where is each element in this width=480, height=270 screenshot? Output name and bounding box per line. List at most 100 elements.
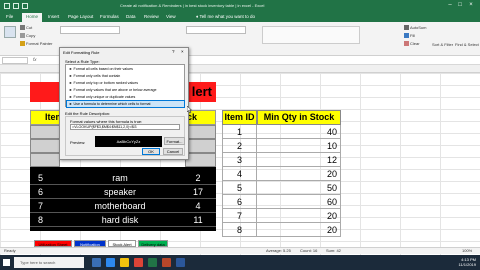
rule-type-item[interactable]: ► Format only cells that contain (67, 73, 184, 79)
table-row[interactable]: 8 20 (222, 223, 341, 237)
cells-group[interactable] (366, 26, 396, 46)
format-button[interactable]: Format... (164, 137, 185, 145)
header-item-id[interactable]: Item ID (222, 110, 257, 125)
rule-type-item[interactable]: ► Format only values that are above or b… (67, 87, 184, 93)
left-table-cell[interactable] (185, 139, 216, 153)
alignment-group[interactable] (128, 26, 178, 46)
cell-item-id[interactable]: 8 (222, 223, 257, 237)
rule-type-item-selected[interactable]: ► Use a formula to determine which cells… (66, 100, 185, 108)
paste-icon[interactable] (4, 26, 16, 38)
cell-item-id[interactable]: 2 (222, 139, 257, 153)
save-icon[interactable] (4, 3, 10, 9)
font-style-buttons[interactable] (60, 37, 120, 45)
left-table-cell[interactable] (30, 125, 60, 139)
cell-min-qty[interactable]: 40 (257, 125, 341, 139)
taskbar-search[interactable]: Type here to search (14, 257, 84, 268)
edge-icon[interactable] (106, 258, 115, 267)
left-table-cell[interactable] (185, 153, 216, 167)
find-select-button[interactable]: Find & Select (455, 42, 479, 48)
cut-button[interactable]: Cut (20, 25, 32, 31)
tab-home[interactable]: Home (22, 13, 43, 22)
help-button[interactable]: ? (172, 49, 175, 54)
tab-formulas[interactable]: Formulas (100, 14, 119, 20)
tab-file[interactable]: File (6, 14, 13, 20)
cell-styles-gallery[interactable] (262, 26, 360, 44)
table-row[interactable]: 5 ram 2 (30, 171, 216, 185)
word-icon[interactable] (176, 258, 185, 267)
header-min-qty[interactable]: Min Qty in Stock (257, 110, 341, 125)
minimize-button[interactable]: – (446, 2, 454, 9)
cell-item-id[interactable]: 4 (222, 167, 257, 181)
autosum-button[interactable]: AutoSum (404, 25, 426, 31)
font-name-select[interactable] (60, 26, 120, 34)
powerpoint-icon[interactable] (162, 258, 171, 267)
table-row[interactable]: 5 50 (222, 181, 341, 195)
table-row[interactable]: 8 hard disk 11 (30, 213, 216, 227)
rule-type-list[interactable]: ► Format all cells based on their values… (65, 64, 185, 108)
tab-page-layout[interactable]: Page Layout (68, 14, 93, 20)
tab-insert[interactable]: Insert (48, 14, 59, 20)
clear-button[interactable]: Clear (404, 41, 420, 47)
left-table-header-item[interactable]: Item (30, 110, 60, 125)
format-painter-button[interactable]: Format Painter (20, 41, 52, 47)
sheet-tab-utilization[interactable]: Utilization Sheet (34, 240, 72, 247)
rule-type-item[interactable]: ► Format only top or bottom ranked value… (67, 80, 184, 86)
tell-me-box[interactable]: ♦ Tell me what you want to do (196, 14, 255, 20)
left-table-cell[interactable] (30, 153, 60, 167)
cell-item-id[interactable]: 6 (222, 195, 257, 209)
ok-button[interactable]: OK (142, 148, 160, 155)
chrome-icon[interactable] (134, 258, 143, 267)
cell-item-id[interactable]: 7 (222, 209, 257, 223)
table-row[interactable]: 6 speaker 17 (30, 185, 216, 199)
cancel-button[interactable]: Cancel (163, 148, 183, 155)
name-box[interactable] (2, 57, 28, 64)
cell-min-qty[interactable]: 50 (257, 181, 341, 195)
maximize-button[interactable]: □ (456, 2, 464, 9)
table-row[interactable]: 4 20 (222, 167, 341, 181)
table-row[interactable]: 3 12 (222, 153, 341, 167)
autosum-label: AutoSum (410, 25, 427, 30)
tab-review[interactable]: Review (144, 14, 159, 20)
redo-icon[interactable] (22, 3, 28, 9)
tab-data[interactable]: Data (126, 14, 136, 20)
sheet-tab-notification[interactable]: Notification (74, 240, 106, 247)
taskbar-clock[interactable]: 4:13 PM 11/1/2019 (452, 257, 477, 267)
cell-min-qty[interactable]: 12 (257, 153, 341, 167)
excel-icon[interactable] (148, 258, 157, 267)
undo-icon[interactable] (13, 3, 19, 9)
tab-view[interactable]: View (166, 14, 176, 20)
left-table-cell[interactable] (185, 125, 216, 139)
task-view-icon[interactable] (92, 258, 101, 267)
table-row[interactable]: 2 10 (222, 139, 341, 153)
cell-min-qty[interactable]: 20 (257, 167, 341, 181)
sheet-tab-stock-alert[interactable]: Stock Alert (108, 240, 136, 247)
table-row[interactable]: 7 20 (222, 209, 341, 223)
table-row[interactable]: 6 60 (222, 195, 341, 209)
table-row[interactable]: 7 motherboard 4 (30, 199, 216, 213)
sheet-tab-delivery[interactable]: Delivery data (138, 240, 168, 247)
dialog-close-button[interactable]: × (181, 49, 184, 54)
number-format-select[interactable] (186, 26, 246, 34)
cell-min-qty[interactable]: 60 (257, 195, 341, 209)
highlighted-rows[interactable]: 5 ram 2 6 speaker 17 7 motherboard 4 8 h… (30, 167, 216, 231)
windows-start-icon[interactable] (3, 259, 10, 266)
copy-button[interactable]: Copy (20, 33, 35, 39)
formula-input[interactable]: =VLOOKUP($F$3,$M$4:$N$11,2,0)<$I3 (70, 124, 180, 130)
sort-filter-button[interactable]: Sort & Filter (432, 42, 453, 48)
fill-button[interactable]: Fill (404, 33, 415, 39)
cell-min-qty[interactable]: 10 (257, 139, 341, 153)
close-window-button[interactable]: × (467, 2, 475, 9)
cell-item-id[interactable]: 1 (222, 125, 257, 139)
table-row[interactable]: 1 40 (222, 125, 341, 139)
cell-min-qty[interactable]: 20 (257, 223, 341, 237)
cell-item-id[interactable]: 5 (222, 181, 257, 195)
cell-min-qty[interactable]: 20 (257, 209, 341, 223)
zoom-level[interactable]: 100% (462, 249, 472, 253)
fx-icon[interactable]: fx (33, 57, 37, 62)
rule-type-item[interactable]: ► Format all cells based on their values (67, 66, 184, 72)
item-id: 7 (38, 201, 44, 211)
cell-item-id[interactable]: 3 (222, 153, 257, 167)
left-table-cell[interactable] (30, 139, 60, 153)
rule-type-item[interactable]: ► Format only unique or duplicate values (67, 94, 184, 100)
file-explorer-icon[interactable] (120, 258, 129, 267)
